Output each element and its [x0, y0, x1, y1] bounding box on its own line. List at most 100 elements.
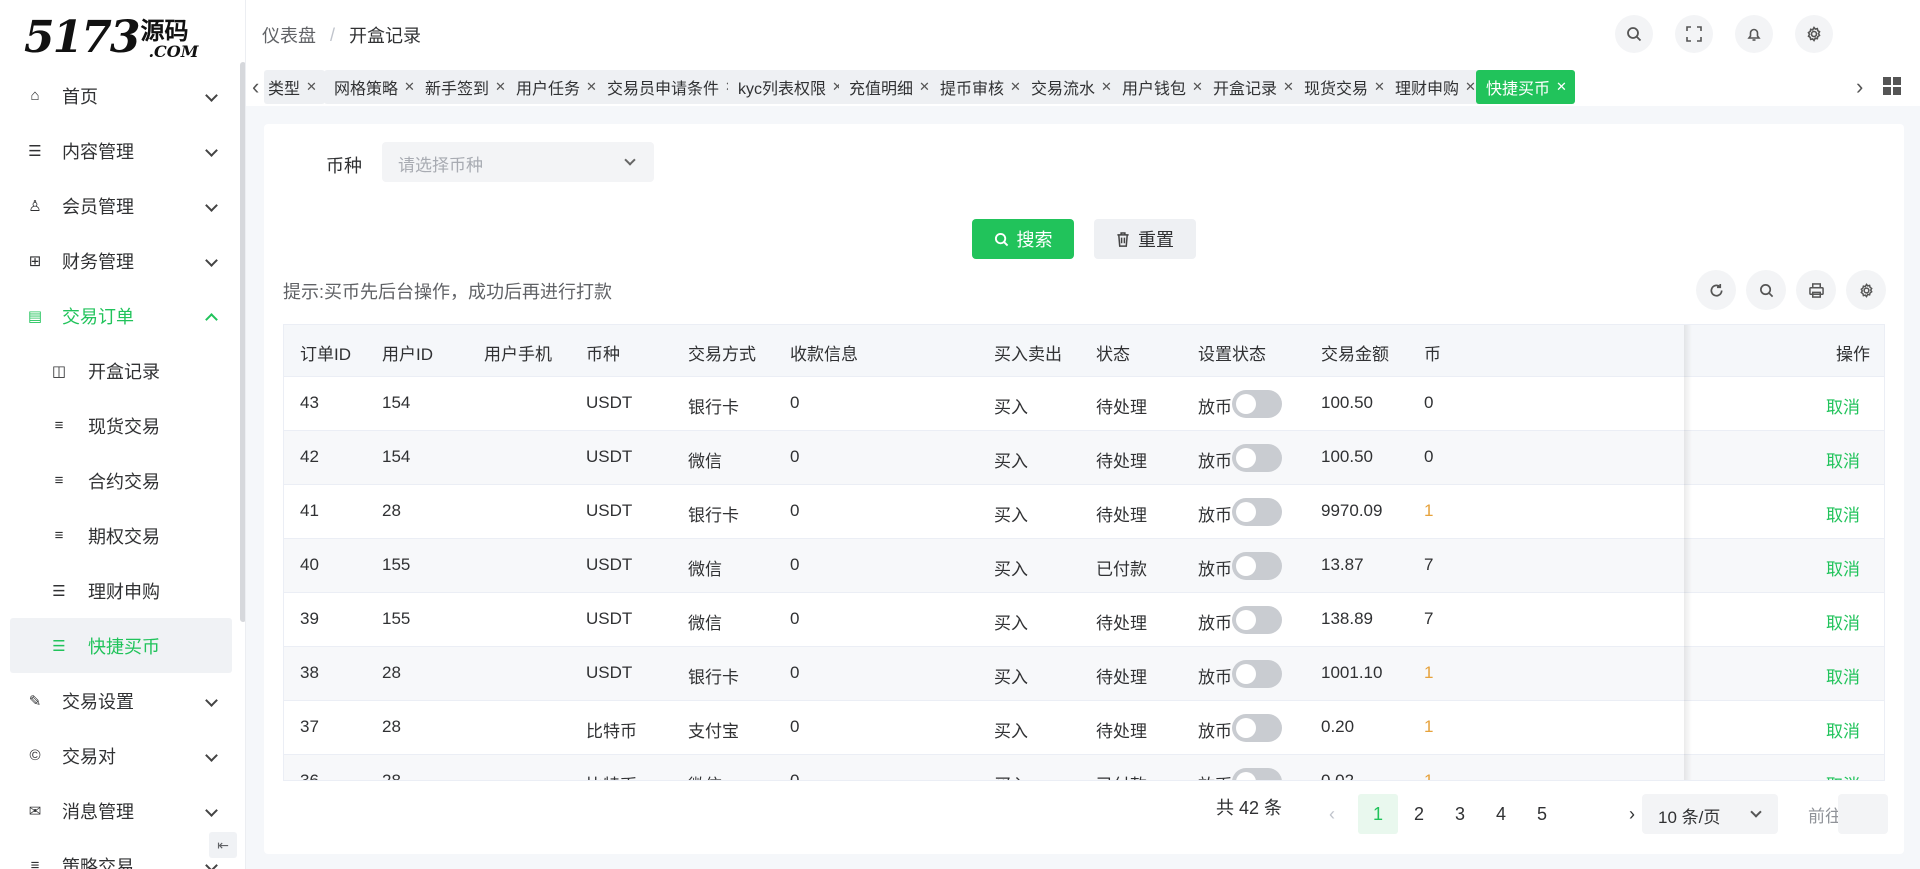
sidebar-item[interactable]: ▤ 交易订单: [10, 288, 232, 343]
fullscreen-icon[interactable]: [1675, 15, 1713, 53]
sidebar-item[interactable]: ◫ 开盒记录: [10, 343, 232, 398]
column-settings-icon[interactable]: [1846, 270, 1886, 310]
cell-side: 买入: [994, 614, 1028, 633]
close-icon[interactable]: ✕: [1010, 79, 1021, 95]
close-icon[interactable]: ✕: [1283, 79, 1294, 95]
tabs-menu-icon[interactable]: [1882, 76, 1902, 101]
tabs-scroll-right-icon[interactable]: ›: [1856, 74, 1863, 100]
sidebar-item[interactable]: ≡ 策略交易: [10, 838, 232, 869]
page-button[interactable]: 1: [1358, 794, 1398, 834]
sidebar-item[interactable]: ☰ 快捷买币: [10, 618, 232, 673]
goto-page-input[interactable]: [1838, 794, 1888, 834]
page-button[interactable]: 3: [1440, 794, 1480, 834]
release-toggle[interactable]: [1232, 660, 1282, 688]
cell-method: 银行卡: [688, 398, 739, 417]
page-button[interactable]: 5: [1522, 794, 1562, 834]
toggle-search-icon[interactable]: [1746, 270, 1786, 310]
tab-item[interactable]: 交易员申请条件✕: [597, 70, 744, 104]
page-size-select[interactable]: 10 条/页: [1642, 794, 1778, 834]
sidebar-scrollbar[interactable]: [240, 62, 245, 622]
release-toggle[interactable]: [1232, 498, 1282, 526]
close-icon[interactable]: ✕: [1374, 79, 1385, 95]
tab-item[interactable]: kyc列表权限 ✕: [728, 70, 851, 104]
close-icon[interactable]: ✕: [1192, 79, 1203, 95]
home-icon: ⌂: [30, 87, 40, 104]
tab-item[interactable]: 理财申购 ✕: [1385, 70, 1484, 104]
sidebar-item[interactable]: ⌂ 首页: [10, 68, 232, 123]
prev-page-button[interactable]: ‹: [1312, 794, 1352, 834]
cancel-button[interactable]: 取消: [1826, 447, 1860, 472]
bell-icon[interactable]: [1735, 15, 1773, 53]
close-icon[interactable]: ✕: [1101, 79, 1112, 95]
cancel-button[interactable]: 取消: [1826, 555, 1860, 580]
sidebar-item[interactable]: ♙ 会员管理: [10, 178, 232, 233]
close-icon[interactable]: ✕: [586, 79, 597, 95]
tab-item[interactable]: 开盒记录 ✕: [1203, 70, 1302, 104]
cell-info: 0: [790, 609, 800, 628]
tab-item[interactable]: 新手签到 ✕: [415, 70, 514, 104]
reset-button[interactable]: 重置: [1094, 219, 1196, 259]
close-icon[interactable]: ✕: [495, 79, 506, 95]
cancel-button[interactable]: 取消: [1826, 771, 1860, 780]
tab-item[interactable]: 充值明细 ✕: [839, 70, 938, 104]
sidebar-item[interactable]: ✎ 交易设置: [10, 673, 232, 728]
chevron-down-icon: [1750, 806, 1762, 818]
release-toggle[interactable]: [1232, 714, 1282, 742]
lines-icon: ☰: [52, 637, 66, 655]
sidebar-item[interactable]: ≡ 期权交易: [10, 508, 232, 563]
cell-info: 0: [790, 393, 800, 412]
cell-side: 买入: [994, 452, 1028, 471]
coin-select[interactable]: 请选择币种: [382, 142, 654, 182]
tabs-scroll-left-icon[interactable]: ‹: [252, 74, 259, 100]
sidebar-item[interactable]: ≡ 合约交易: [10, 453, 232, 508]
release-label: 放币: [1198, 771, 1232, 780]
sidebar-item[interactable]: ⊞ 财务管理: [10, 233, 232, 288]
page-button[interactable]: 2: [1399, 794, 1439, 834]
close-icon[interactable]: ✕: [1556, 79, 1567, 95]
close-icon[interactable]: ✕: [919, 79, 930, 95]
tab-item[interactable]: 交易流水 ✕: [1021, 70, 1120, 104]
sidebar-item[interactable]: ≡ 现货交易: [10, 398, 232, 453]
tab-item[interactable]: 类型 ✕: [264, 70, 325, 104]
cancel-button[interactable]: 取消: [1826, 609, 1860, 634]
tab-item[interactable]: 现货交易 ✕: [1294, 70, 1393, 104]
search-icon[interactable]: [1615, 15, 1653, 53]
cell-status: 已付款: [1096, 560, 1147, 579]
close-icon[interactable]: ✕: [1465, 79, 1476, 95]
table-row: 43 154 USDT 银行卡 0 买入 待处理 放币 100.50 0 取消: [284, 377, 1884, 431]
release-toggle[interactable]: [1232, 444, 1282, 472]
release-toggle[interactable]: [1232, 606, 1282, 634]
tab-item[interactable]: 网格策略 ✕: [324, 70, 423, 104]
cancel-button[interactable]: 取消: [1826, 717, 1860, 742]
sidebar-item[interactable]: ✉ 消息管理: [10, 783, 232, 838]
tab-item[interactable]: 用户任务 ✕: [506, 70, 605, 104]
cell-amount: 100.50: [1321, 393, 1373, 412]
breadcrumb-parent[interactable]: 仪表盘: [262, 22, 316, 48]
cancel-button[interactable]: 取消: [1826, 663, 1860, 688]
settings-icon[interactable]: [1795, 15, 1833, 53]
tab-item[interactable]: 快捷买币 ✕: [1476, 70, 1575, 104]
copyright-icon: ©: [29, 747, 41, 764]
cancel-button[interactable]: 取消: [1826, 501, 1860, 526]
sidebar-item[interactable]: ☰ 内容管理: [10, 123, 232, 178]
release-toggle[interactable]: [1232, 552, 1282, 580]
cell-coin: USDT: [586, 609, 633, 628]
tab-item[interactable]: 提币审核 ✕: [930, 70, 1029, 104]
page-button[interactable]: 4: [1481, 794, 1521, 834]
collapse-sidebar-icon[interactable]: ⇤: [209, 832, 237, 858]
close-icon[interactable]: ✕: [404, 79, 415, 95]
cell-extra: 7: [1424, 609, 1434, 628]
chevron-icon: [205, 143, 218, 157]
search-button[interactable]: 搜索: [972, 219, 1074, 259]
release-toggle[interactable]: [1232, 390, 1282, 418]
close-icon[interactable]: ✕: [306, 79, 317, 95]
cancel-button[interactable]: 取消: [1826, 393, 1860, 418]
release-toggle[interactable]: [1232, 768, 1282, 780]
cell-id: 41: [300, 501, 319, 520]
refresh-icon[interactable]: [1696, 270, 1736, 310]
sidebar-item[interactable]: © 交易对: [10, 728, 232, 783]
cell-coin: 比特币: [586, 771, 637, 780]
tab-item[interactable]: 用户钱包 ✕: [1112, 70, 1211, 104]
print-icon[interactable]: [1796, 270, 1836, 310]
sidebar-item[interactable]: ☰ 理财申购: [10, 563, 232, 618]
